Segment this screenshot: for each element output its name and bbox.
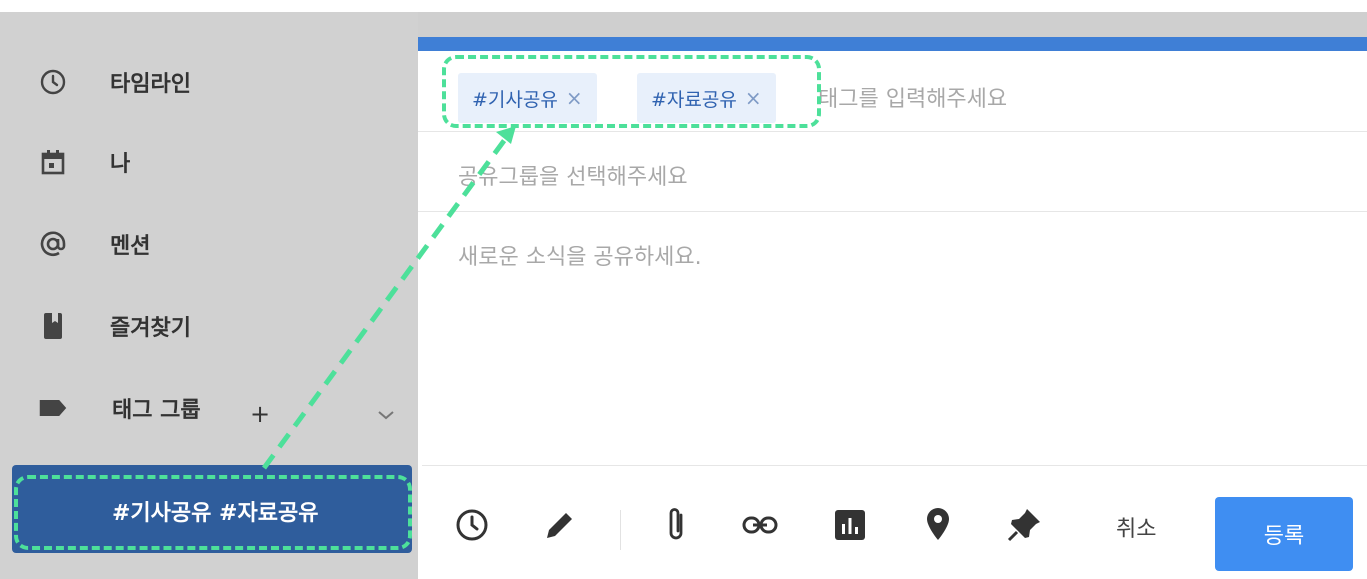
sidebar-item-label: 멘션 — [110, 234, 151, 259]
add-tag-group-button[interactable]: + — [250, 400, 270, 428]
link-icon[interactable] — [740, 505, 780, 545]
window-top-edge — [0, 0, 1367, 12]
group-select-row[interactable]: 공유그룹을 선택해주세요 — [418, 131, 1367, 212]
submit-button[interactable]: 등록 — [1215, 497, 1353, 571]
toolbar-separator — [620, 510, 621, 550]
calendar-icon — [38, 147, 68, 177]
location-icon[interactable] — [918, 505, 958, 545]
sidebar-item-label: 즐겨찾기 — [110, 316, 191, 341]
cancel-button[interactable]: 취소 — [1116, 511, 1156, 543]
at-icon — [38, 229, 68, 259]
chart-icon[interactable] — [830, 505, 870, 545]
toolbar-divider — [422, 465, 1367, 466]
sidebar-item-timeline[interactable]: 타임라인 — [38, 62, 191, 102]
clock-icon — [38, 67, 68, 97]
sidebar-item-label: 태그 그룹 — [112, 398, 201, 423]
sidebar-item-label: 타임라인 — [110, 72, 191, 97]
clock-icon[interactable] — [452, 505, 492, 545]
sidebar-item-favorites[interactable]: 즐겨찾기 — [38, 306, 191, 346]
sidebar-item-tag-group[interactable]: 태그 그룹 — [38, 388, 201, 428]
pencil-icon[interactable] — [540, 505, 580, 545]
highlight-box-sidebar — [14, 475, 412, 550]
group-select[interactable]: 공유그룹을 선택해주세요 — [458, 159, 688, 191]
sidebar-item-me[interactable]: 나 — [38, 142, 130, 182]
bookmark-icon — [38, 311, 68, 341]
chevron-down-icon[interactable] — [376, 407, 396, 426]
content-input[interactable]: 새로운 소식을 공유하세요. — [458, 239, 702, 271]
sidebar-item-mention[interactable]: 멘션 — [38, 224, 150, 264]
sidebar-item-label: 나 — [110, 152, 131, 177]
paperclip-icon[interactable] — [656, 505, 696, 545]
composer-top-bar — [418, 37, 1367, 51]
tag-icon — [38, 393, 68, 423]
pin-icon[interactable] — [1004, 505, 1044, 545]
highlight-box-tags — [442, 55, 821, 128]
tag-input[interactable]: 태그를 입력해주세요 — [818, 81, 1007, 113]
